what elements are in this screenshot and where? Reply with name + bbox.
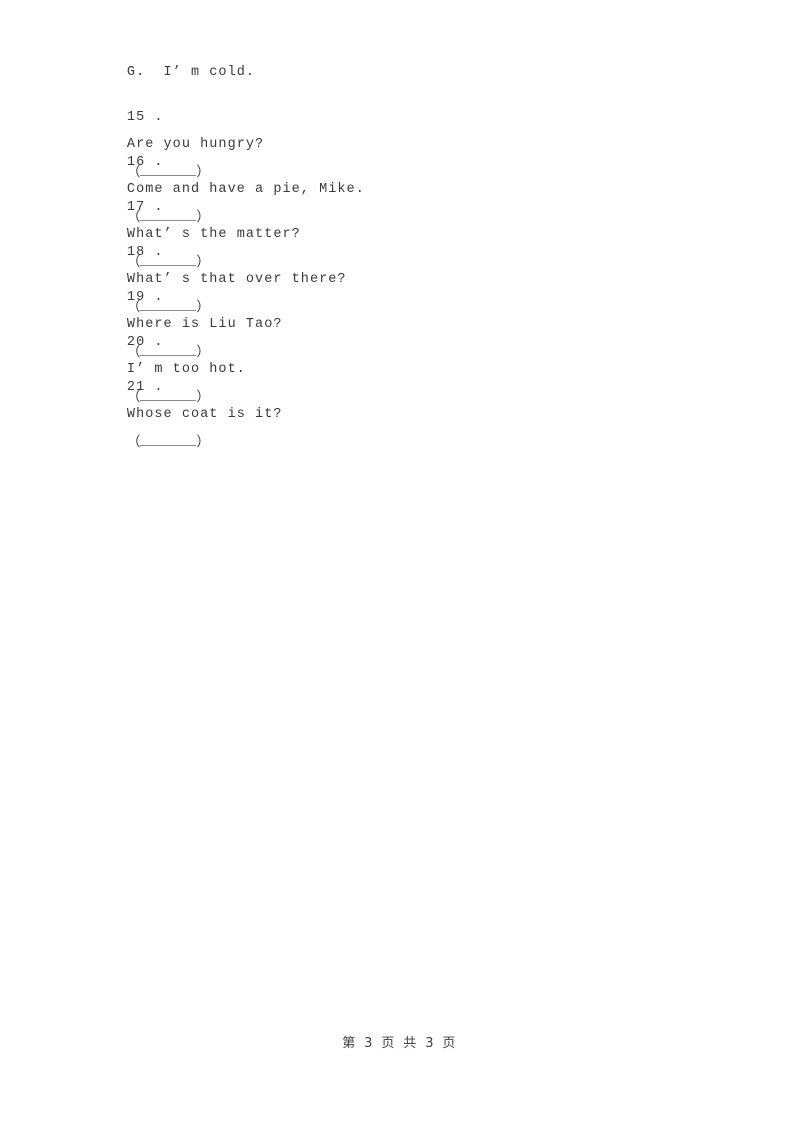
document-page: G. I’ m cold. 15 . Are you hungry? （） 16…	[0, 0, 800, 1132]
blank-close-paren: ）	[196, 166, 210, 182]
question-text-15: Are you hungry?	[126, 136, 265, 152]
blank-close-paren: ）	[196, 211, 210, 227]
blank-close-paren: ）	[196, 301, 210, 317]
question-text-16: Come and have a pie, Mike.	[126, 181, 365, 197]
blank-close-paren: ）	[196, 436, 210, 452]
option-line-g: G. I’ m cold.	[72, 52, 752, 97]
question-text-20: I’ m too hot.	[126, 361, 246, 377]
question-number-18: 18 .	[126, 244, 164, 260]
question-number-17: 17 .	[126, 199, 164, 215]
blank-close-paren: ）	[196, 391, 210, 407]
blank-close-paren: ）	[196, 346, 210, 362]
blank-open-paren: （	[126, 436, 141, 452]
answer-blank-21[interactable]: （）	[127, 436, 210, 451]
question-line-15: 15 . Are you hungry? （）	[72, 97, 752, 180]
document-body: G. I’ m cold. 15 . Are you hungry? （） 16…	[72, 52, 752, 450]
question-text-21: Whose coat is it?	[126, 406, 283, 422]
question-number-20: 20 .	[126, 334, 164, 350]
question-text-18: What’ s that over there?	[126, 271, 347, 287]
question-number-21: 21 .	[126, 379, 164, 395]
question-text-19: Where is Liu Tao?	[126, 316, 283, 332]
question-number-19: 19 .	[126, 289, 164, 305]
page-number-label: 第 3 页 共 3 页	[342, 1036, 458, 1051]
page-footer: 第 3 页 共 3 页	[0, 1032, 800, 1051]
question-number-15: 15 .	[126, 109, 164, 125]
question-text-17: What’ s the matter?	[126, 226, 301, 242]
blank-close-paren: ）	[196, 256, 210, 272]
question-number-16: 16 .	[126, 154, 164, 170]
option-g-text: G. I’ m cold.	[126, 64, 256, 80]
blank-rule[interactable]	[140, 435, 197, 447]
